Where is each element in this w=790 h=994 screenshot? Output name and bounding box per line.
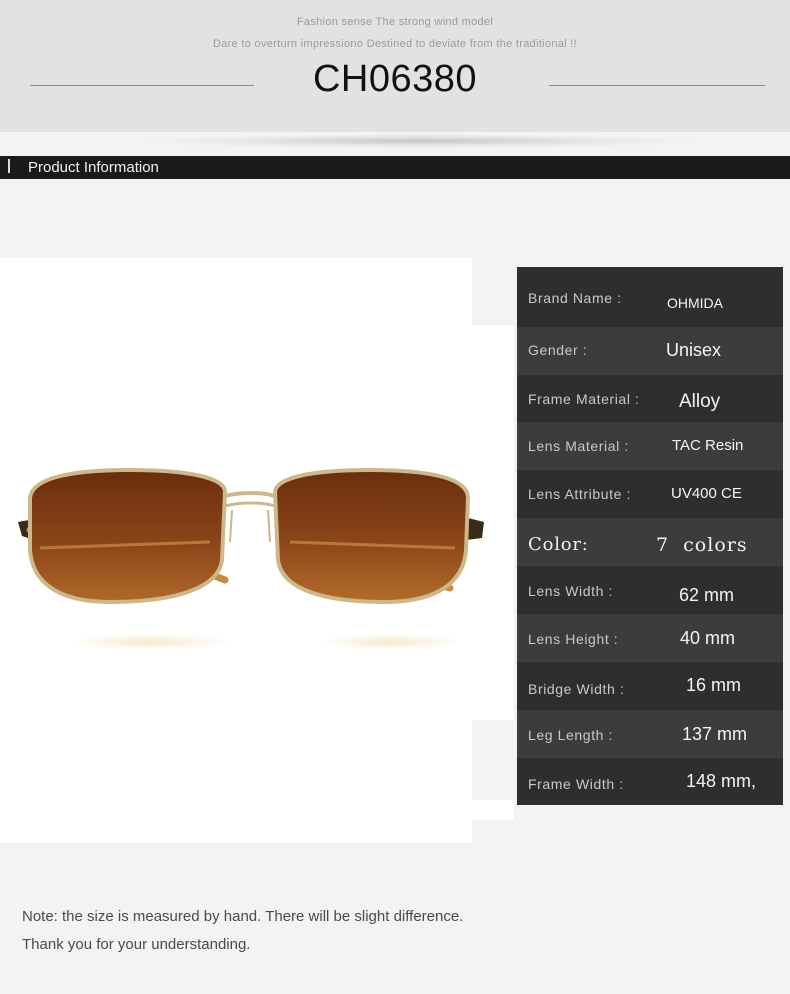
spec-value: Unisex — [666, 340, 722, 360]
section-marker — [8, 159, 10, 173]
spec-label: Frame Width : — [528, 776, 624, 792]
spec-value: 7 colors — [656, 534, 748, 556]
spec-value: 16 mm — [686, 675, 742, 695]
model-number: CH06380 — [312, 58, 478, 100]
tagline-secondary: Dare to overturn impressiono Destined to… — [213, 38, 577, 50]
section-header: Product Information — [0, 156, 790, 179]
spec-row: Bridge Width : 16 mm — [517, 662, 783, 710]
spec-row: Brand Name : OHMIDA — [517, 267, 783, 327]
spec-value: Alloy — [679, 391, 721, 412]
spec-row: Color: 7 colors — [517, 518, 783, 566]
spec-row: Lens Material : TAC Resin — [517, 422, 783, 470]
spec-row: Leg Length : 137 mm — [517, 710, 783, 758]
spec-row: Frame Width : 148 mm, — [517, 758, 783, 805]
spec-value: OHMIDA — [667, 295, 723, 311]
spec-label: Lens Height : — [528, 631, 619, 647]
spec-value: 62 mm — [679, 585, 735, 605]
spec-label: Frame Material : — [528, 391, 640, 407]
banner-shadow — [140, 134, 700, 148]
spec-value: 40 mm — [680, 628, 736, 648]
section-title: Product Information — [28, 159, 159, 176]
spec-row: Gender : Unisex — [517, 327, 783, 375]
note-thanks: Thank you for your understanding. — [22, 936, 251, 953]
spec-label: Color: — [528, 534, 589, 555]
spec-label: Gender : — [528, 342, 588, 358]
spec-label: Lens Attribute : — [528, 486, 631, 502]
spec-label: Brand Name : — [528, 290, 622, 306]
spec-row: Lens Height : 40 mm — [517, 614, 783, 662]
note-measurement: Note: the size is measured by hand. Ther… — [22, 908, 464, 925]
spec-row: Lens Width : 62 mm — [517, 566, 783, 614]
spec-row: Lens Attribute : UV400 CE — [517, 470, 783, 518]
photo-backdrop-lower — [472, 800, 514, 820]
spec-value: TAC Resin — [672, 437, 744, 454]
spec-value: 137 mm — [682, 724, 748, 744]
header-banner: Fashion sense The strong wind model Dare… — [0, 0, 790, 132]
spec-row: Frame Material : Alloy — [517, 375, 783, 422]
spec-label: Lens Width : — [528, 583, 614, 599]
spec-value: 148 mm, — [686, 771, 757, 791]
spec-value: UV400 CE — [671, 485, 742, 502]
spec-label: Bridge Width : — [528, 681, 625, 697]
spec-label: Leg Length : — [528, 727, 614, 743]
sunglasses-image — [18, 467, 484, 650]
spec-table: Brand Name : OHMIDA Gender : Unisex Frame Ma… — [517, 267, 783, 805]
tagline-primary: Fashion sense The strong wind model — [296, 16, 494, 28]
spec-label: Lens Material : — [528, 438, 629, 454]
